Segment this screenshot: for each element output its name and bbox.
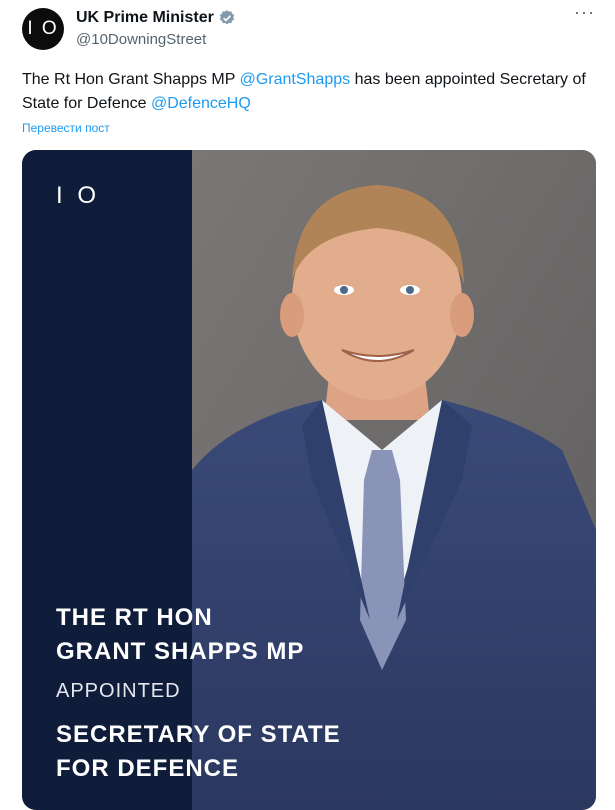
avatar-logo: I O (27, 18, 59, 39)
panel-logo: I O (56, 182, 101, 209)
translate-post-link[interactable]: Перевести пост (22, 121, 110, 135)
author-handle[interactable]: @10DowningStreet (76, 31, 206, 48)
author-name-row[interactable]: UK Prime Minister (76, 9, 236, 27)
tweet-media-image[interactable]: I O THE RT HON GRANT SHAPPS MP APPOINTED… (22, 150, 596, 810)
role-line-2: FOR DEFENCE (56, 755, 240, 782)
appointed-label: APPOINTED (56, 680, 181, 702)
portrait-photo (192, 150, 596, 810)
mention-defencehq[interactable]: @DefenceHQ (151, 95, 251, 112)
verified-badge-icon (219, 10, 234, 25)
role-line-1: SECRETARY OF STATE (56, 721, 341, 748)
avatar[interactable]: I O (22, 8, 64, 50)
tweet-text: The Rt Hon Grant Shapps MP @GrantShapps … (22, 68, 592, 116)
tweet-text-part1: The Rt Hon Grant Shapps MP (22, 71, 240, 88)
mention-grantshapps[interactable]: @GrantShapps (240, 71, 351, 88)
headline-line-1: THE RT HON (56, 604, 213, 631)
headline-line-2: GRANT SHAPPS MP (56, 638, 305, 665)
more-options-icon[interactable]: ··· (574, 2, 595, 23)
author-name[interactable]: UK Prime Minister (76, 9, 214, 27)
navy-side-panel (22, 150, 192, 810)
